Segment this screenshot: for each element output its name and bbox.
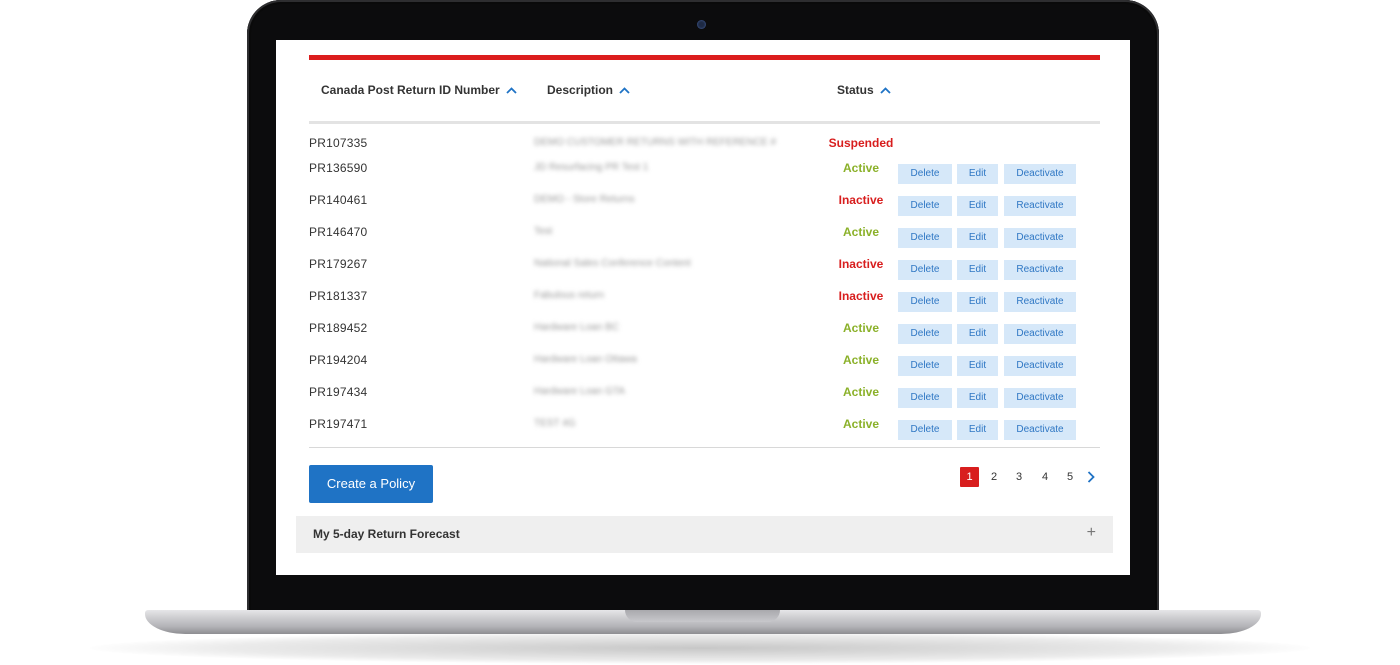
page-link-5[interactable]: 5 (1063, 467, 1077, 487)
status-badge: Inactive (838, 193, 884, 207)
toggle-status-button[interactable]: Deactivate (1004, 356, 1076, 376)
column-header-label: Status (837, 83, 874, 97)
forecast-title: My 5-day Return Forecast (313, 527, 460, 541)
table-row: PR179267 National Sales Conference Conten… (276, 255, 1130, 280)
header-divider (309, 121, 1100, 124)
return-id-cell: PR197471 (309, 417, 368, 431)
description-cell: TEST 4G (534, 418, 576, 429)
description-cell: Fabulous return (534, 290, 605, 301)
description-cell: National Sales Conference Content (534, 258, 691, 269)
status-badge: Inactive (838, 257, 884, 271)
description-cell: Hardware Loan Ottawa (534, 354, 637, 365)
return-id-cell: PR136590 (309, 161, 368, 175)
table-row: PR181337 Fabulous return Inactive Delete Edi… (276, 287, 1130, 312)
column-header-return-id[interactable]: Canada Post Return ID Number (321, 83, 517, 97)
table-row: PR197471 TEST 4G Active Delete Edit Deactivat… (276, 415, 1130, 440)
forecast-accordion[interactable]: My 5-day Return Forecast + (296, 516, 1113, 553)
page-link-4[interactable]: 4 (1038, 467, 1052, 487)
sort-asc-icon (619, 86, 630, 94)
edit-button[interactable]: Edit (957, 356, 998, 376)
description-cell: DEMO - Store Returns (534, 194, 635, 205)
toggle-status-button[interactable]: Deactivate (1004, 420, 1076, 440)
table-footer-divider (309, 447, 1100, 448)
return-id-cell: PR194204 (309, 353, 368, 367)
table-row: PR197434 Hardware Loan GTA Active Delete Edi… (276, 383, 1130, 408)
table-row: PR136590 JD Resurfacing PR Test 1 Active De… (276, 159, 1130, 184)
description-cell: Test (534, 226, 553, 237)
edit-button[interactable]: Edit (957, 196, 998, 216)
return-id-cell: PR197434 (309, 385, 368, 399)
brand-accent-bar (309, 55, 1100, 60)
delete-button[interactable]: Delete (898, 292, 952, 312)
laptop-base-notch (625, 610, 780, 622)
laptop-shadow (90, 632, 1310, 664)
edit-button[interactable]: Edit (957, 388, 998, 408)
table-row: PR194204 Hardware Loan Ottawa Active Delete… (276, 351, 1130, 376)
page-link-2[interactable]: 2 (987, 467, 1001, 487)
chevron-right-icon[interactable] (1084, 467, 1098, 487)
page-link-1[interactable]: 1 (960, 467, 979, 487)
delete-button[interactable]: Delete (898, 260, 952, 280)
laptop-base (145, 610, 1261, 634)
column-header-label: Description (547, 83, 614, 97)
toggle-status-button[interactable]: Deactivate (1004, 228, 1076, 248)
edit-button[interactable]: Edit (957, 292, 998, 312)
delete-button[interactable]: Delete (898, 420, 952, 440)
toggle-status-button[interactable]: Deactivate (1004, 324, 1076, 344)
sort-asc-icon (506, 86, 517, 94)
status-badge: Active (842, 161, 880, 175)
edit-button[interactable]: Edit (957, 420, 998, 440)
description-cell: Hardware Loan GTA (534, 386, 625, 397)
return-id-cell: PR189452 (309, 321, 368, 335)
table-row: PR189452 Hardware Loan BC Active Delete Edit… (276, 319, 1130, 344)
toggle-status-button[interactable]: Reactivate (1004, 260, 1076, 280)
table-row: PR107335 DEMO CUSTOMER RETURNS WITH REFER… (276, 134, 1130, 158)
table-row: PR140461 DEMO - Store Returns Inactive Dele… (276, 191, 1130, 216)
delete-button[interactable]: Delete (898, 228, 952, 248)
toggle-status-button[interactable]: Deactivate (1004, 164, 1076, 184)
description-cell: Hardware Loan BC (534, 322, 620, 333)
table-row: PR146470 Test Active Delete Edit Deactivate (276, 223, 1130, 248)
toggle-status-button[interactable]: Reactivate (1004, 292, 1076, 312)
delete-button[interactable]: Delete (898, 196, 952, 216)
description-cell: JD Resurfacing PR Test 1 (534, 162, 649, 173)
return-id-cell: PR140461 (309, 193, 368, 207)
return-id-cell: PR181337 (309, 289, 368, 303)
toggle-status-button[interactable]: Deactivate (1004, 388, 1076, 408)
status-badge: Inactive (838, 289, 884, 303)
page-link-3[interactable]: 3 (1012, 467, 1026, 487)
status-badge: Active (842, 385, 880, 399)
status-badge: Active (842, 225, 880, 239)
sort-asc-icon (880, 86, 891, 94)
status-badge: Active (842, 417, 880, 431)
expand-plus-icon[interactable]: + (1087, 524, 1096, 542)
status-badge: Active (842, 321, 880, 335)
screen: Canada Post Return ID Number Description… (276, 40, 1130, 575)
edit-button[interactable]: Edit (957, 228, 998, 248)
delete-button[interactable]: Delete (898, 164, 952, 184)
column-header-status[interactable]: Status (837, 83, 891, 97)
edit-button[interactable]: Edit (957, 260, 998, 280)
column-header-description[interactable]: Description (547, 83, 630, 97)
create-policy-button[interactable]: Create a Policy (309, 465, 433, 503)
column-header-label: Canada Post Return ID Number (321, 83, 500, 97)
description-cell: DEMO CUSTOMER RETURNS WITH REFERENCE # (534, 137, 777, 148)
delete-button[interactable]: Delete (898, 324, 952, 344)
edit-button[interactable]: Edit (957, 324, 998, 344)
return-id-cell: PR146470 (309, 225, 368, 239)
return-id-cell: PR107335 (309, 136, 368, 150)
delete-button[interactable]: Delete (898, 356, 952, 376)
edit-button[interactable]: Edit (957, 164, 998, 184)
toggle-status-button[interactable]: Reactivate (1004, 196, 1076, 216)
camera-icon (697, 20, 706, 29)
status-badge: Active (842, 353, 880, 367)
return-id-cell: PR179267 (309, 257, 368, 271)
status-badge: Suspended (828, 136, 894, 150)
delete-button[interactable]: Delete (898, 388, 952, 408)
